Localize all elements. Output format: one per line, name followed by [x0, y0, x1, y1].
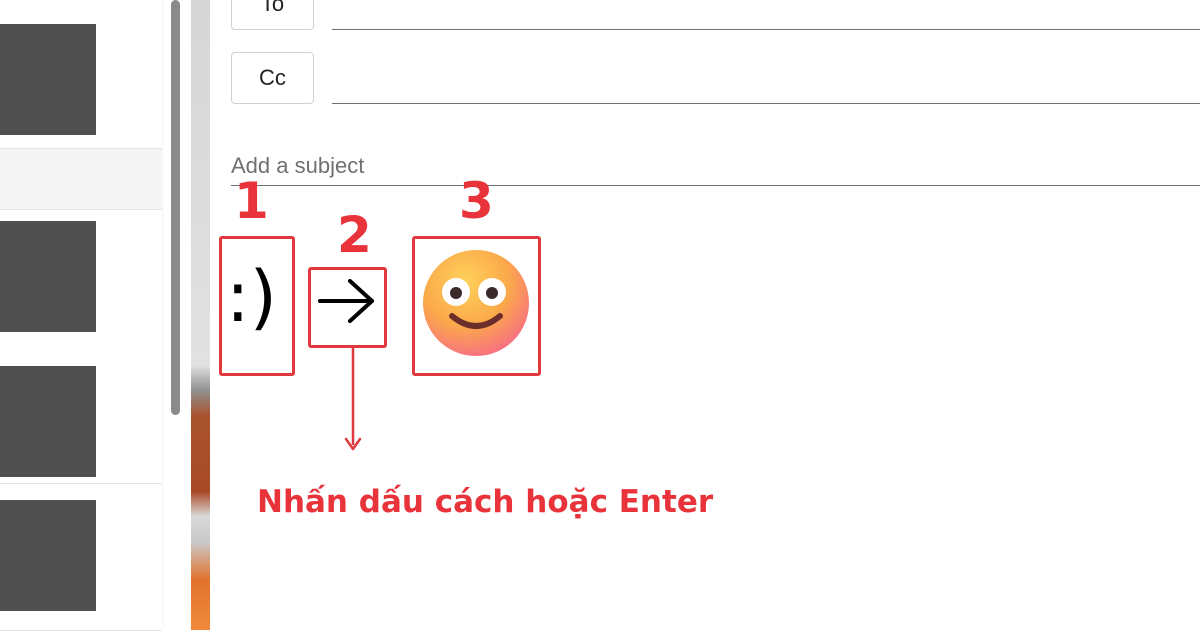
cc-button[interactable]: Cc	[231, 52, 314, 104]
list-item[interactable]	[0, 484, 162, 631]
to-button[interactable]: To	[231, 0, 314, 30]
scrollbar-thumb[interactable]	[171, 0, 180, 415]
arrow-down-icon	[344, 347, 362, 451]
instruction-caption: Nhấn dấu cách hoặc Enter	[257, 484, 714, 520]
message-list	[0, 0, 163, 631]
subject-input[interactable]	[231, 146, 1200, 186]
cc-label: Cc	[259, 65, 286, 90]
step-number-2: 2	[337, 206, 372, 264]
cc-field[interactable]	[332, 103, 1200, 104]
background-image-strip	[191, 0, 210, 630]
typed-smiley-text: :)	[226, 256, 277, 338]
arrow-right-icon	[318, 279, 374, 323]
to-label: To	[260, 0, 285, 16]
list-item[interactable]	[0, 209, 162, 349]
step-number-1: 1	[234, 172, 269, 230]
message-thumbnail	[0, 366, 96, 477]
step-number-3: 3	[459, 172, 494, 230]
list-item[interactable]	[0, 348, 162, 484]
to-field[interactable]	[332, 29, 1200, 30]
slightly-smiling-face-emoji	[423, 250, 529, 356]
message-thumbnail	[0, 24, 96, 135]
list-item[interactable]	[0, 0, 162, 149]
message-thumbnail	[0, 221, 96, 332]
message-thumbnail	[0, 500, 96, 611]
